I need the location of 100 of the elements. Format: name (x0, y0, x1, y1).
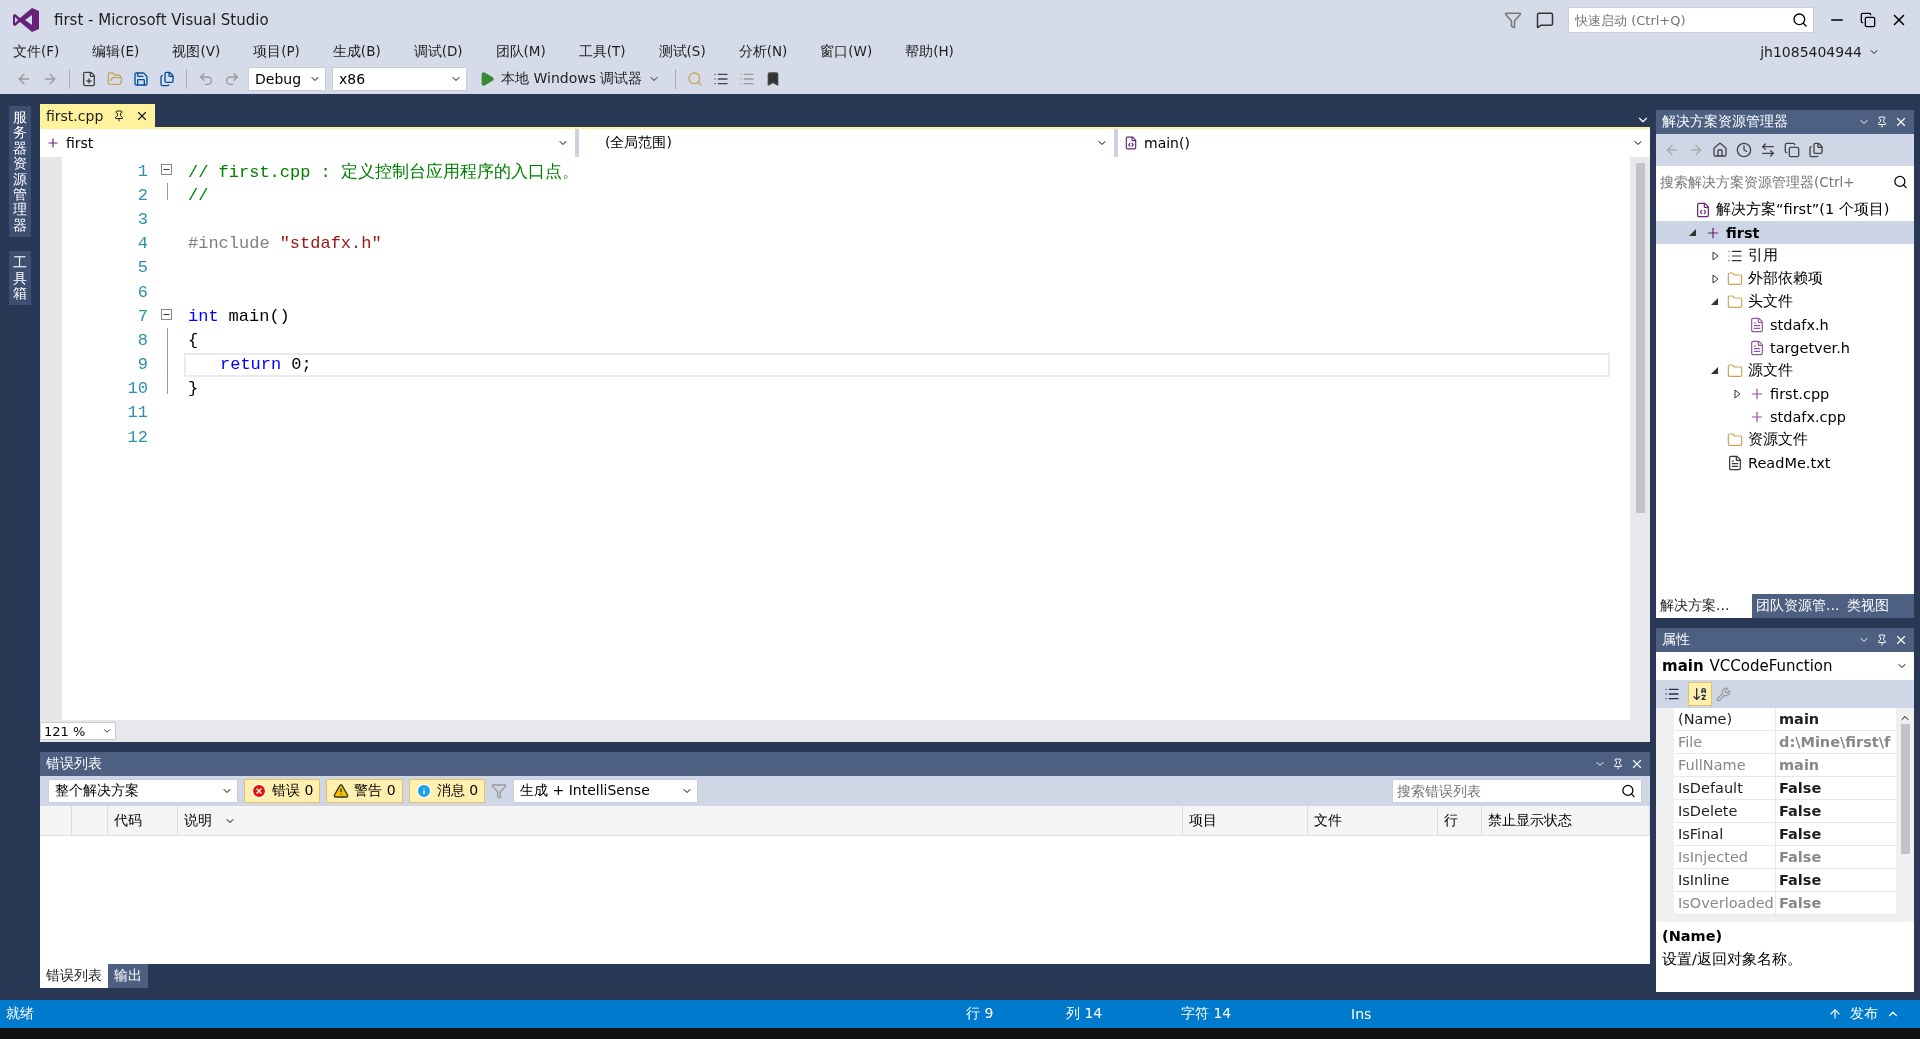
panel-tab[interactable]: 解决方案... (1656, 594, 1752, 618)
tree-item[interactable]: 外部依赖项 (1656, 267, 1914, 290)
home-button[interactable] (1712, 142, 1728, 158)
member-dropdown[interactable]: main() (1118, 129, 1650, 157)
search-icon[interactable] (1893, 174, 1908, 190)
project-dropdown[interactable]: first (40, 129, 575, 157)
menu-item[interactable]: 编辑(E) (83, 43, 149, 61)
panel-tab[interactable]: 输出 (108, 964, 148, 988)
tree-item[interactable]: 头文件 (1656, 290, 1914, 313)
property-value[interactable]: False (1776, 892, 1896, 914)
menu-item[interactable]: 工具(T) (569, 43, 635, 61)
tree-item[interactable]: 源文件 (1656, 359, 1914, 382)
tree-item[interactable]: 资源文件 (1656, 428, 1914, 451)
menu-item[interactable]: 团队(M) (486, 43, 555, 61)
property-value[interactable]: False (1776, 823, 1896, 845)
column-header[interactable]: 禁止显示状态 (1482, 806, 1650, 835)
vertical-scrollbar[interactable] (1630, 157, 1650, 720)
column-header[interactable]: 代码 (108, 806, 178, 835)
scroll-thumb[interactable] (1900, 724, 1910, 854)
save-button[interactable] (131, 69, 151, 89)
menu-item[interactable]: 项目(P) (244, 43, 309, 61)
app-logo (12, 7, 40, 33)
property-value[interactable]: d:\Mine\first\f (1776, 731, 1896, 753)
pin-icon[interactable] (1876, 116, 1888, 128)
expanded-arrow-icon[interactable] (1689, 228, 1697, 237)
filter-toggle[interactable]: 消息 0 (408, 779, 486, 803)
quick-launch-field[interactable]: 快速启动 (Ctrl+Q) (1568, 7, 1814, 33)
property-value[interactable]: False (1776, 869, 1896, 891)
object-dropdown[interactable]: main VCCodeFunction (1656, 652, 1914, 680)
collapsed-arrow-icon[interactable] (1733, 388, 1741, 399)
tree-item[interactable]: 引用 (1656, 244, 1914, 267)
menu-item[interactable]: 帮助(H) (896, 43, 963, 61)
configuration-dropdown[interactable]: Debug (248, 67, 326, 91)
account-menu[interactable]: jh1085404944 (1760, 44, 1880, 60)
save-all-button[interactable] (157, 69, 177, 89)
tree-item[interactable]: 解决方案“first”(1 个项目) (1656, 198, 1914, 221)
menu-item[interactable]: 调试(D) (404, 43, 472, 61)
close-icon[interactable] (1894, 633, 1908, 647)
column-header[interactable]: 文件 (1308, 806, 1438, 835)
filter-icon[interactable] (1504, 11, 1522, 29)
properties-button[interactable] (1808, 142, 1824, 158)
column-header[interactable]: 行 (1438, 806, 1482, 835)
menu-item[interactable]: 生成(B) (323, 43, 390, 61)
search-field[interactable]: 搜索错误列表 (1392, 779, 1642, 803)
menu-item[interactable]: 分析(N) (729, 43, 797, 61)
pin-icon[interactable] (1876, 634, 1888, 646)
collapsed-arrow-icon[interactable] (1711, 273, 1719, 284)
property-value[interactable]: False (1776, 800, 1896, 822)
tree-item[interactable]: first (1656, 221, 1914, 244)
filter-toggle[interactable]: 警告 0 (326, 779, 403, 803)
source-dropdown[interactable]: 生成 + IntelliSense (513, 779, 699, 803)
collapse-icon[interactable] (160, 309, 172, 321)
menu-item[interactable]: 窗口(W) (811, 43, 882, 61)
property-value[interactable]: False (1776, 777, 1896, 799)
pin-icon[interactable] (113, 109, 126, 122)
error-icon (251, 783, 267, 799)
status-text: Ins (1351, 1006, 1373, 1022)
document-tab[interactable]: first.cpp (40, 104, 156, 127)
search-icon[interactable] (1792, 12, 1808, 28)
menu-item[interactable]: 视图(V) (163, 43, 230, 61)
tree-item[interactable]: first.cpp (1656, 382, 1914, 405)
publish-button[interactable]: 发布 (1828, 1005, 1900, 1023)
restore-button[interactable] (1860, 12, 1876, 28)
panel-tab[interactable]: 团队资源管... (1752, 594, 1844, 618)
expanded-arrow-icon[interactable] (1711, 297, 1719, 306)
side-tab[interactable]: 工具箱 (9, 251, 31, 306)
scope-dropdown[interactable]: (全局范围) (579, 129, 1114, 157)
property-name: IsOverloaded (1674, 892, 1776, 914)
tree-item[interactable]: ReadMe.txt (1656, 451, 1914, 474)
feedback-icon[interactable] (1536, 11, 1554, 29)
panel-tab[interactable]: 错误列表 (40, 964, 108, 988)
property-value[interactable]: main (1776, 754, 1896, 776)
pin-icon[interactable] (1612, 758, 1624, 770)
run-button[interactable]: 本地 Windows 调试器 (473, 69, 667, 89)
menu-item[interactable]: 文件(F) (4, 43, 69, 61)
side-tab[interactable]: 服务器资源管理器 (9, 106, 31, 238)
tree-item[interactable]: targetver.h (1656, 336, 1914, 359)
collapse-all-button[interactable] (1784, 142, 1800, 158)
panel-tab[interactable]: 类视图 (1843, 594, 1914, 618)
close-icon[interactable] (1630, 757, 1644, 771)
tree-item[interactable]: stdafx.cpp (1656, 405, 1914, 428)
column-header[interactable]: 说明 (178, 806, 1183, 835)
expanded-arrow-icon[interactable] (1711, 366, 1719, 375)
column-header[interactable]: 项目 (1183, 806, 1308, 835)
filter-toggle[interactable]: 错误 0 (244, 779, 321, 803)
zoom-dropdown[interactable]: 121 % (40, 722, 116, 740)
sync-button[interactable] (1760, 142, 1776, 158)
line-number: 4 (136, 234, 148, 254)
property-value[interactable]: False (1776, 846, 1896, 868)
alphabetical-sort-button[interactable] (1688, 682, 1712, 706)
property-value[interactable]: main (1776, 708, 1896, 730)
collapsed-arrow-icon[interactable] (1711, 250, 1719, 261)
search-icon[interactable] (1621, 783, 1636, 799)
close-icon[interactable] (1894, 115, 1908, 129)
collapse-icon[interactable] (160, 164, 172, 175)
platform-dropdown[interactable]: x86 (332, 67, 467, 91)
tree-item[interactable]: stdafx.h (1656, 313, 1914, 336)
scope-dropdown[interactable]: 整个解决方案 (48, 779, 238, 803)
menu-item[interactable]: 测试(S) (649, 43, 715, 61)
history-button[interactable] (1736, 142, 1752, 158)
